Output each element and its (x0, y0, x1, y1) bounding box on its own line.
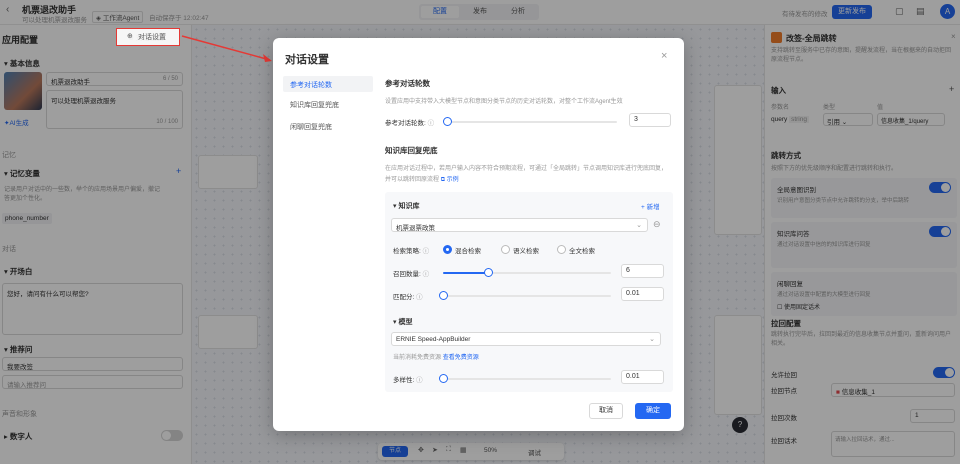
cancel-button[interactable]: 取消 (589, 403, 623, 419)
diversity-input[interactable]: 0.01 (621, 370, 664, 384)
radio-hybrid-label: 混合检索 (455, 248, 481, 255)
radio-semantic[interactable] (501, 245, 510, 254)
nav-item-chitchat[interactable]: 闲聊回复兜底 (290, 122, 332, 132)
kb-desc-2: 并可以跳转回原流程 ⧉ 示例 (385, 177, 459, 183)
match-slider-knob[interactable] (438, 291, 448, 300)
recall-input[interactable]: 6 (621, 264, 664, 278)
recall-label: 召回数量: ⓘ (393, 271, 430, 278)
kb-section-heading: ▾ 知识库 (393, 203, 420, 210)
dialog-settings-label: 对话设置 (138, 34, 166, 41)
model-section-heading: ▾ 模型 (393, 319, 413, 326)
diversity-slider[interactable] (443, 378, 611, 380)
match-slider[interactable] (443, 295, 611, 297)
nav-item-kb[interactable]: 知识库回复兜底 (290, 100, 339, 110)
rounds-input[interactable]: 3 (629, 113, 671, 127)
diversity-slider-knob[interactable] (438, 374, 448, 383)
recall-slider-knob[interactable] (483, 268, 493, 277)
kb-select[interactable]: 机票退票政策 ⌄ (391, 218, 648, 232)
add-kb-button[interactable]: + 新增 (641, 201, 660, 211)
chevron-down-icon: ⌄ (636, 222, 642, 229)
radio-hybrid[interactable] (443, 245, 452, 254)
rounds-heading: 参考对话轮数 (385, 79, 430, 88)
rounds-desc: 设置应用中支持带入大模型节点和意图分类节点的历史对话轮数，对整个工作流Agent… (385, 99, 623, 105)
model-note: 当前消耗免费资源 查看免费资源 (393, 355, 479, 361)
free-resources-link[interactable]: 查看免费资源 (443, 355, 479, 361)
confirm-button[interactable]: 确定 (635, 403, 671, 419)
rounds-slider-knob[interactable] (442, 117, 452, 126)
recall-slider-fill (443, 272, 489, 274)
kb-config-box: ▾ 知识库 + 新增 机票退票政策 ⌄ ⊖ 检索策略: ⓘ 混合检索 语义检索 … (385, 192, 673, 392)
nav-item-rounds[interactable]: 参考对话轮数 (283, 76, 373, 92)
kb-desc: 在应用对话过程中，若用户输入内容不符合预期流程，可通过「全局跳转」节点调用知识库… (385, 166, 668, 172)
radio-fulltext[interactable] (557, 245, 566, 254)
match-input[interactable]: 0.01 (621, 287, 664, 301)
radio-semantic-label: 语义检索 (513, 248, 539, 255)
strategy-label: 检索策略: ⓘ (393, 248, 430, 255)
dialog-settings-modal: 对话设置 × 参考对话轮数 知识库回复兜底 闲聊回复兜底 参考对话轮数 设置应用… (273, 38, 684, 431)
model-select[interactable]: ERNIE Speed-AppBuilder ⌄ (391, 332, 661, 346)
chevron-down-icon: ⌄ (649, 336, 655, 343)
close-icon[interactable]: × (661, 50, 667, 62)
remove-icon[interactable]: ⊖ (653, 219, 661, 230)
diversity-label: 多样性: ⓘ (393, 377, 423, 384)
annotation-arrow (181, 35, 272, 62)
dialog-settings-highlight[interactable]: ⊕ 对话设置 (116, 28, 180, 46)
rounds-label: 参考对话轮数: ⓘ (385, 120, 435, 127)
settings-icon: ⊕ (127, 33, 133, 40)
rounds-slider[interactable] (447, 121, 617, 123)
kb-heading: 知识库回复兜底 (385, 146, 438, 155)
match-label: 匹配分: ⓘ (393, 294, 423, 301)
radio-fulltext-label: 全文检索 (569, 248, 595, 255)
modal-title: 对话设置 (285, 54, 329, 66)
